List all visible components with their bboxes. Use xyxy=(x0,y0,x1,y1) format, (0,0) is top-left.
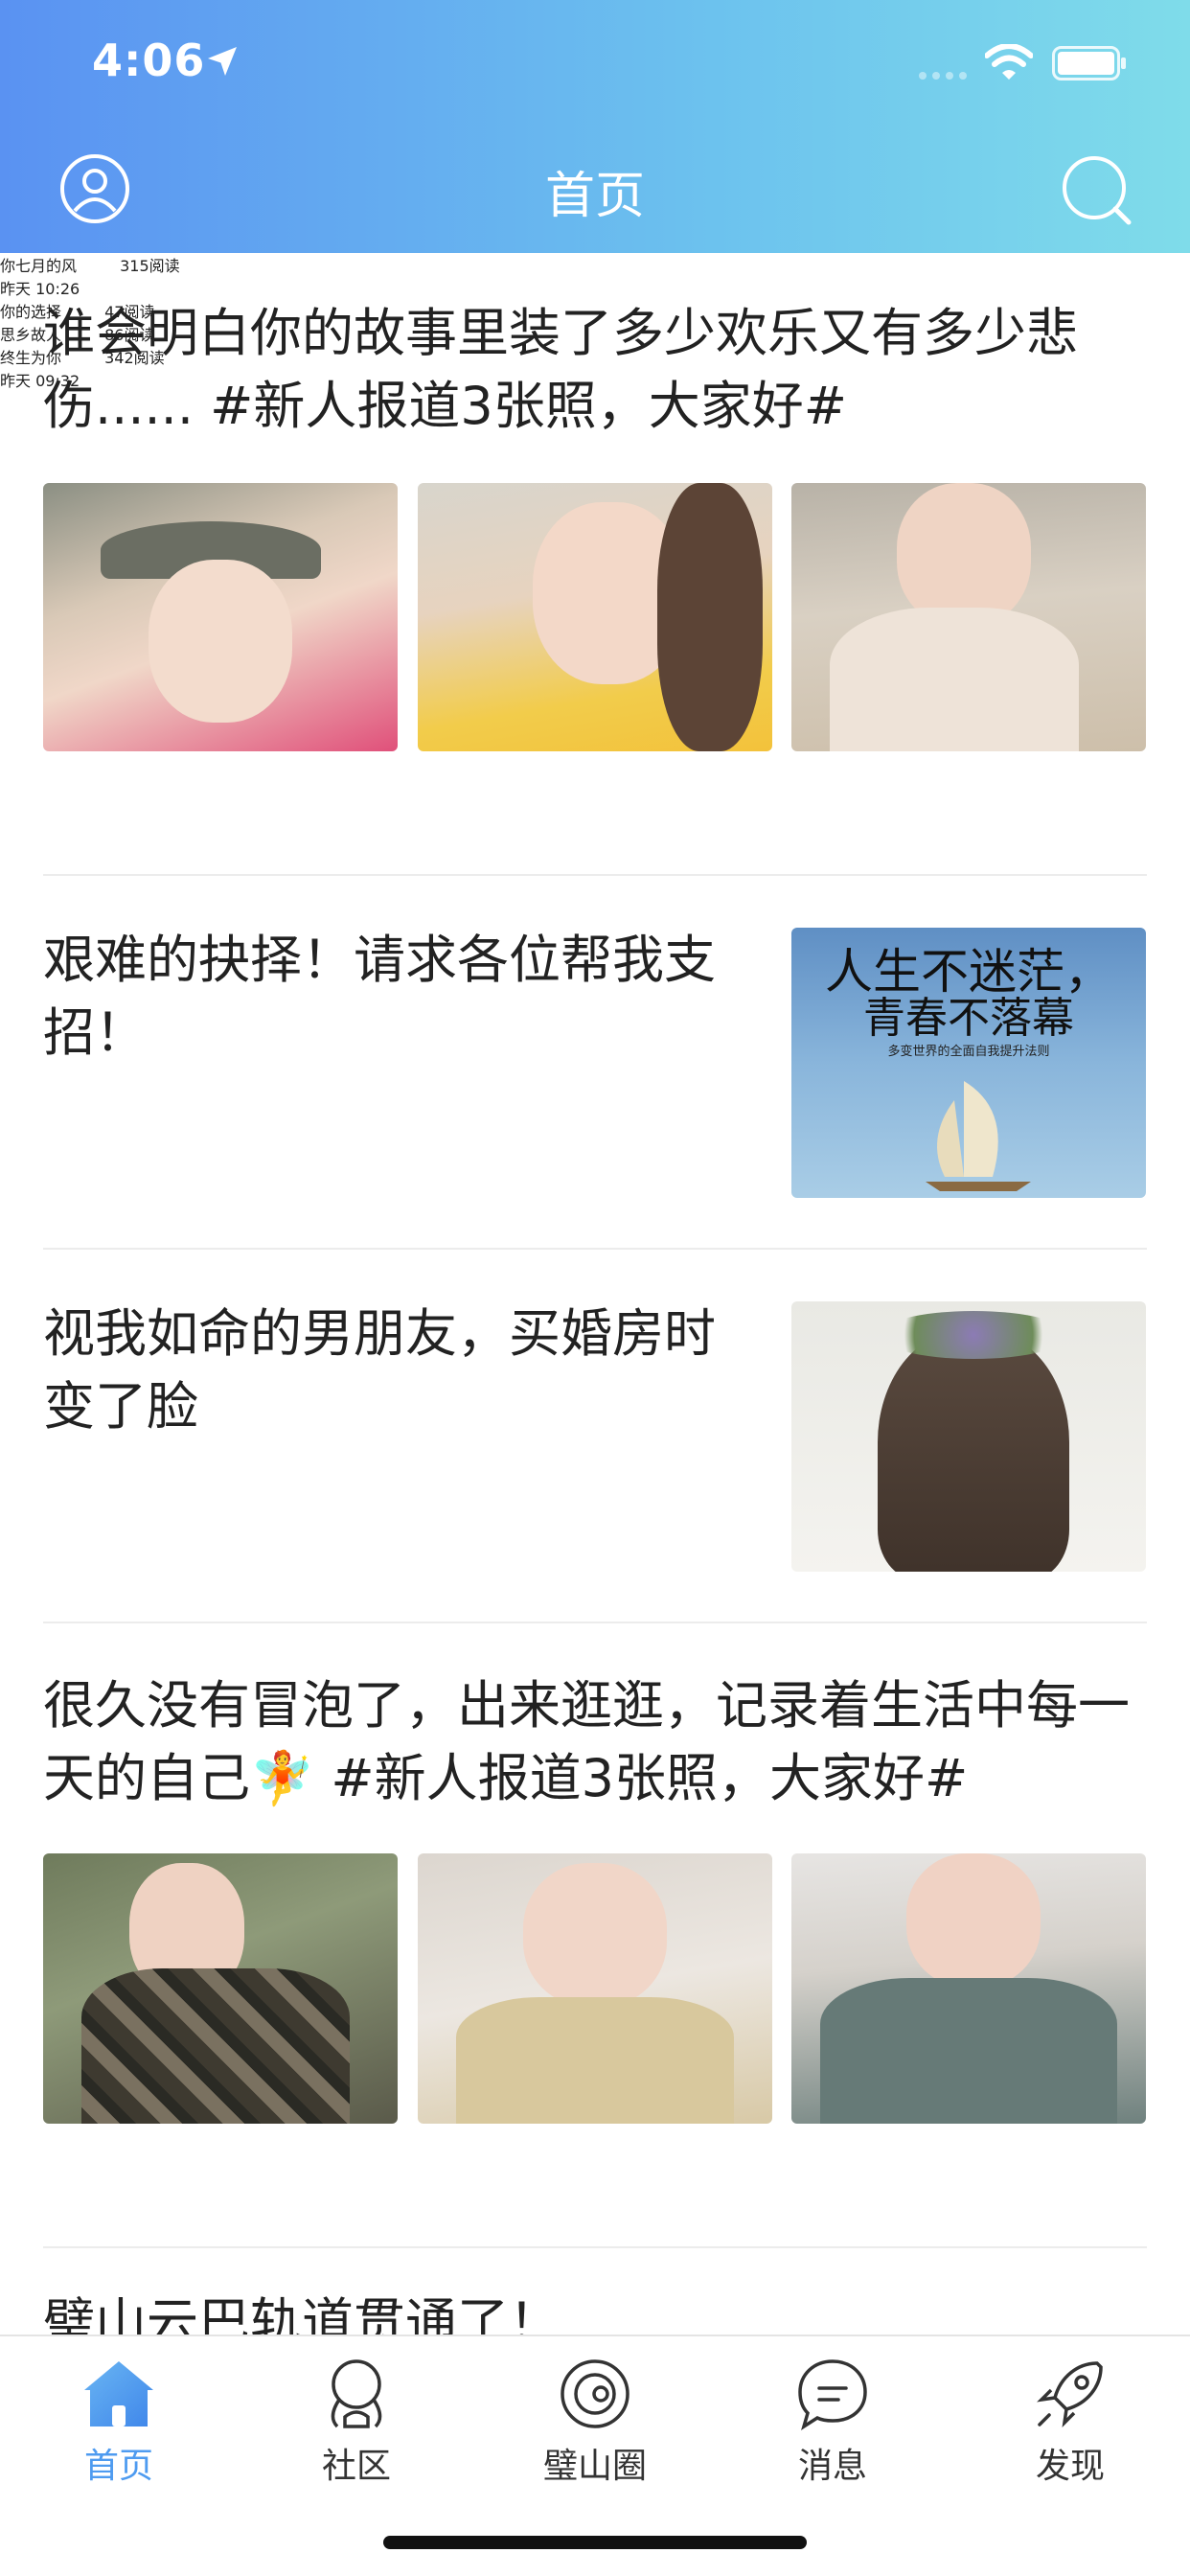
post-read-count: 315阅读 xyxy=(120,257,180,275)
post-item[interactable]: 谁会明白你的故事里装了多少欢乐又有多少悲伤...... #新人报道3张照，大家好… xyxy=(43,297,1147,443)
post-item[interactable]: 璧山云巴轨道贯通了！ xyxy=(43,2287,1147,2334)
home-icon xyxy=(84,2361,153,2426)
post-thumbnail[interactable]: 人生不迷茫， 青春不落幕 多变世界的全面自我提升法则 xyxy=(791,928,1146,1198)
post-meta: 你七月的风 315阅读 xyxy=(0,253,1190,276)
home-indicator[interactable] xyxy=(383,2536,807,2549)
post-photo[interactable] xyxy=(43,1853,398,2124)
post-title[interactable]: 璧山云巴轨道贯通了！ xyxy=(43,2287,1147,2334)
tab-home[interactable]: 首页 xyxy=(42,2356,195,2499)
post-title[interactable]: 视我如命的男朋友，买婚房时变了脸 xyxy=(43,1298,752,1443)
post-title[interactable]: 艰难的抉择！请求各位帮我支招！ xyxy=(43,924,752,1070)
post-item[interactable]: 视我如命的男朋友，买婚房时变了脸 xyxy=(43,1298,752,1443)
tab-label: 社区 xyxy=(321,2447,391,2486)
tab-community[interactable]: 社区 xyxy=(280,2356,433,2499)
post-photo[interactable] xyxy=(418,483,772,751)
wifi-icon xyxy=(985,44,1033,80)
top-header: 4:06 首页 xyxy=(0,0,1190,253)
post-feed[interactable]: 谁会明白你的故事里装了多少欢乐又有多少悲伤...... #新人报道3张照，大家好… xyxy=(0,253,1190,2334)
location-arrow-icon xyxy=(208,47,237,76)
post-photo[interactable] xyxy=(43,483,398,751)
tab-discover[interactable]: 发现 xyxy=(994,2356,1147,2499)
post-title[interactable]: 谁会明白你的故事里装了多少欢乐又有多少悲伤...... #新人报道3张照，大家好… xyxy=(43,297,1147,443)
post-photo[interactable] xyxy=(791,483,1146,751)
post-item[interactable]: 很久没有冒泡了，出来逛逛，记录着生活中每一天的自己🧚 #新人报道3张照，大家好# xyxy=(43,1669,1147,1815)
cellular-signal-icon xyxy=(919,72,967,80)
post-item[interactable]: 艰难的抉择！请求各位帮我支招！ xyxy=(43,924,752,1070)
cover-text: 青春不落幕 xyxy=(863,994,1074,1043)
battery-icon xyxy=(1052,46,1126,80)
circle-icon xyxy=(561,2359,629,2428)
post-photo[interactable] xyxy=(418,1853,772,2124)
tab-label: 发现 xyxy=(1035,2447,1105,2486)
status-bar: 4:06 xyxy=(0,0,1190,126)
divider xyxy=(43,1622,1147,1623)
cover-text: 多变世界的全面自我提升法则 xyxy=(887,1045,1050,1059)
divider xyxy=(43,1248,1147,1250)
rocket-icon xyxy=(1037,2361,1103,2427)
tab-messages[interactable]: 消息 xyxy=(756,2356,909,2499)
post-title[interactable]: 很久没有冒泡了，出来逛逛，记录着生活中每一天的自己🧚 #新人报道3张照，大家好# xyxy=(43,1669,1147,1815)
tab-bishan-circle[interactable]: 璧山圈 xyxy=(518,2356,672,2499)
message-icon xyxy=(798,2359,867,2430)
tab-label: 消息 xyxy=(797,2447,867,2486)
post-photo[interactable] xyxy=(791,1853,1146,2124)
divider xyxy=(43,874,1147,876)
post-time: 昨天 10:26 xyxy=(0,280,80,298)
status-time: 4:06 xyxy=(92,34,206,86)
page-title: 首页 xyxy=(544,168,645,225)
tab-label: 璧山圈 xyxy=(542,2447,647,2486)
post-author[interactable]: 你七月的风 xyxy=(0,257,77,275)
sailboat-illustration xyxy=(926,1081,1031,1191)
divider xyxy=(43,2246,1147,2248)
post-thumbnail[interactable] xyxy=(791,1301,1146,1572)
search-icon[interactable] xyxy=(1060,153,1134,228)
nav-bar: 首页 xyxy=(0,142,1190,238)
tab-label: 首页 xyxy=(83,2447,153,2486)
community-icon xyxy=(331,2359,382,2428)
